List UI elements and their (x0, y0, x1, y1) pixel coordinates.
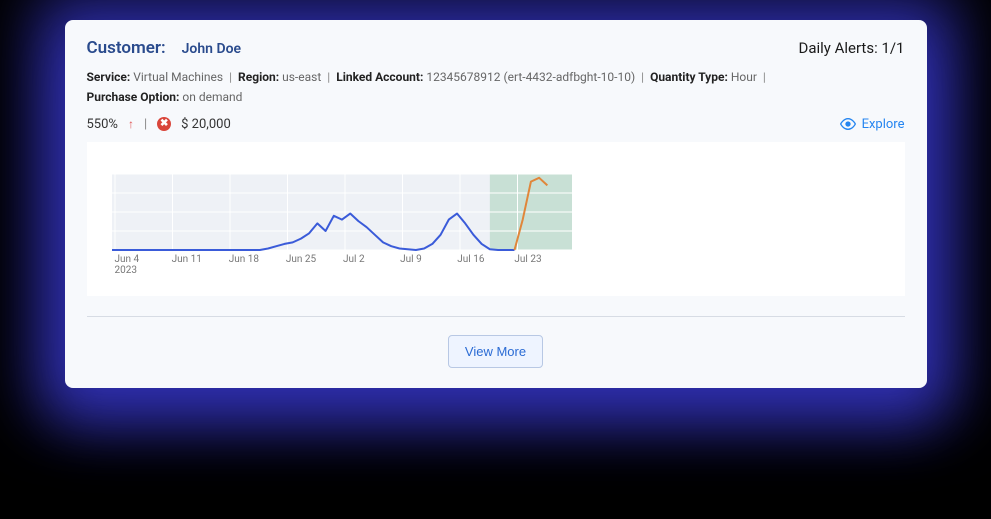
alerts-value: 1/1 (881, 39, 904, 57)
chart-tick: Jun 18 (229, 254, 286, 276)
service-value: Virtual Machines (133, 70, 223, 84)
purchase-option-label: Purchase Option: (87, 90, 180, 104)
region-value: us-east (282, 70, 321, 84)
explore-label: Explore (862, 117, 905, 132)
customer-label: Customer: (87, 38, 166, 58)
chart-tick: Jun 42023 (115, 254, 172, 276)
customer-name: John Doe (182, 41, 241, 57)
chart-tick: Jul 9 (400, 254, 457, 276)
customer-block: Customer: John Doe (87, 38, 242, 58)
separator-icon: | (229, 70, 232, 84)
chart-tick: Jul 2 (343, 254, 400, 276)
separator-icon: | (144, 117, 147, 132)
arrow-up-icon: ↑ (128, 118, 134, 130)
service-label: Service: (87, 70, 131, 84)
view-more-row: View More (87, 335, 905, 368)
divider (87, 316, 905, 317)
alerts-label: Daily Alerts: (798, 39, 877, 57)
explore-link[interactable]: Explore (840, 116, 905, 132)
chart-tick: Jun 25 (286, 254, 343, 276)
region-label: Region: (238, 70, 279, 84)
alert-card: Customer: John Doe Daily Alerts: 1/1 Ser… (65, 20, 927, 388)
meta-row: Service: Virtual Machines | Region: us-e… (87, 70, 905, 104)
line-chart (107, 172, 572, 252)
separator-icon: | (327, 70, 330, 84)
chart-tick-year: 2023 (115, 265, 172, 276)
daily-alerts: Daily Alerts: 1/1 (798, 39, 904, 57)
quantity-type-label: Quantity Type: (650, 70, 728, 84)
view-more-button[interactable]: View More (448, 335, 543, 368)
linked-account-label: Linked Account: (336, 70, 423, 84)
chart-tick: Jun 11 (172, 254, 229, 276)
chart-tick: Jul 16 (457, 254, 514, 276)
stats-left: 550% ↑ | ✖ $ 20,000 (87, 117, 231, 132)
linked-account-value: 12345678912 (ert-4432-adfbght-10-10) (426, 70, 635, 84)
eye-icon (840, 116, 856, 132)
quantity-type-value: Hour (731, 70, 757, 84)
chart-panel: Jun 42023Jun 11Jun 18Jun 25Jul 2Jul 9Jul… (87, 142, 905, 296)
stats-row: 550% ↑ | ✖ $ 20,000 Explore (87, 116, 905, 132)
separator-icon: | (763, 70, 766, 84)
chart-tick: Jul 23 (514, 254, 571, 276)
amount-value: $ 20,000 (181, 117, 231, 132)
chart-xaxis: Jun 42023Jun 11Jun 18Jun 25Jul 2Jul 9Jul… (107, 254, 572, 276)
purchase-option-value: on demand (182, 90, 242, 104)
card-header: Customer: John Doe Daily Alerts: 1/1 (87, 38, 905, 58)
separator-icon: | (641, 70, 644, 84)
percent-change: 550% (87, 117, 118, 132)
alert-badge-icon: ✖ (157, 117, 171, 131)
chart: Jun 42023Jun 11Jun 18Jun 25Jul 2Jul 9Jul… (107, 172, 572, 276)
